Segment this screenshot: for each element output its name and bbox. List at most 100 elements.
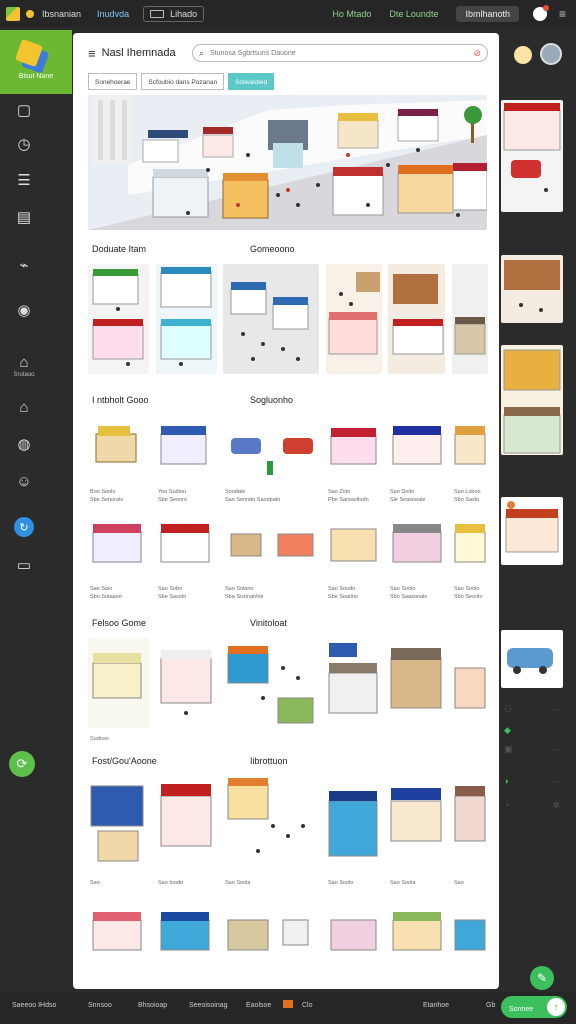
book-icon[interactable]: ▤ [14, 207, 34, 227]
store-thumbnail[interactable] [156, 416, 217, 483]
search-icon: ⌕ [199, 47, 205, 58]
caption: Sao Soola [225, 880, 251, 886]
caption: Sao Ioodo [158, 880, 184, 886]
store-thumbnail[interactable] [326, 514, 382, 581]
store-thumbnail[interactable] [223, 264, 319, 374]
store-thumbnail[interactable] [388, 638, 445, 728]
store-thumbnail[interactable] [88, 638, 149, 728]
store-thumbnail[interactable] [88, 905, 149, 963]
home-icon[interactable]: ⌂ [14, 352, 34, 372]
store-thumbnail[interactable] [452, 905, 488, 963]
arrow-up-icon: ↑ [547, 998, 565, 1016]
store-thumbnail[interactable] [223, 776, 319, 873]
side-preview-image[interactable] [501, 255, 563, 323]
badge-icon[interactable]: ◉ [14, 300, 34, 320]
store-thumbnail[interactable] [156, 514, 217, 581]
topbar-pill-button[interactable]: Ibmlhanoth [456, 5, 519, 22]
store-thumbnail[interactable] [388, 776, 445, 873]
tab-3[interactable]: Sotwasbed [228, 73, 275, 90]
side-row[interactable]: ▣ ··· [504, 742, 560, 756]
side-preview-image[interactable] [501, 100, 563, 212]
status-text-2: Dte Loundte [389, 8, 439, 19]
store-thumbnail[interactable] [452, 416, 488, 483]
primary-cta-button[interactable]: Sonnee ↑ [501, 996, 567, 1018]
nav-link[interactable]: Inudvda [97, 9, 129, 19]
more-icon[interactable]: ··· [551, 704, 560, 714]
clear-icon[interactable]: ⊘ [473, 48, 481, 59]
store-thumbnail[interactable] [156, 638, 217, 728]
layers-icon[interactable]: ☰ [14, 170, 34, 190]
bottom-item[interactable]: Gb [486, 1002, 495, 1009]
settings-icon[interactable]: ✲ [552, 800, 560, 811]
store-thumbnail[interactable] [452, 264, 488, 374]
store-thumbnail[interactable] [223, 905, 319, 963]
store-thumbnail[interactable] [88, 416, 149, 483]
folder-icon[interactable]: ▭ [14, 555, 34, 575]
tab-2[interactable]: Scfoubio dans Pozanan [141, 73, 225, 90]
caption: Sao Zoio Pbe Sarsaoltodn [328, 489, 369, 503]
store-thumbnail[interactable] [452, 638, 488, 728]
store-thumbnail[interactable] [388, 416, 445, 483]
tab-bar: Sonehoerae Scfoubio dans Pozanan Sotwasb… [88, 73, 275, 90]
side-preview-image[interactable] [501, 345, 563, 455]
clock-icon[interactable]: ◷ [14, 134, 34, 154]
avatar[interactable] [540, 43, 562, 65]
store-thumbnail[interactable] [88, 264, 149, 374]
store-thumbnail[interactable] [326, 638, 382, 728]
store-thumbnail[interactable] [326, 264, 382, 374]
store-thumbnail[interactable] [223, 638, 319, 728]
store-thumbnail[interactable] [388, 514, 445, 581]
store-thumbnail[interactable] [388, 264, 445, 374]
store-thumbnail[interactable] [223, 514, 319, 581]
house-icon[interactable]: ⌂ [14, 397, 34, 417]
app-logo-icon [6, 6, 20, 21]
globe-icon[interactable]: ◍ [14, 434, 34, 454]
bottom-item[interactable]: Saeeoo IHdso [12, 1002, 56, 1009]
side-preview-image[interactable] [501, 497, 563, 565]
bottom-item[interactable]: Snnsoo [88, 1002, 112, 1009]
toolbar-box-button[interactable]: Lihado [143, 5, 205, 22]
store-thumbnail[interactable] [88, 776, 149, 873]
status-text: Ho Mtado [332, 8, 372, 19]
side-preview-image[interactable] [501, 630, 563, 688]
store-thumbnail[interactable] [326, 416, 382, 483]
more-icon[interactable]: ··· [551, 776, 560, 786]
store-thumbnail[interactable] [326, 776, 382, 873]
side-row[interactable]: ◗ ··· [504, 774, 560, 788]
chat-icon[interactable]: ✎ [530, 966, 554, 990]
store-thumbnail[interactable] [88, 514, 149, 581]
side-row[interactable]: ⚇ ··· [504, 702, 560, 716]
store-thumbnail[interactable] [156, 905, 217, 963]
chart-icon[interactable]: ⌁ [14, 255, 34, 275]
hamburger-icon[interactable]: ≡ [88, 46, 96, 61]
store-thumbnail[interactable] [156, 264, 217, 374]
note-icon[interactable]: ▢ [14, 100, 34, 120]
store-thumbnail[interactable] [452, 514, 488, 581]
store-thumbnail[interactable] [326, 905, 382, 963]
add-icon[interactable]: ⟳ [9, 751, 35, 777]
bottom-item[interactable]: Eaolsoe [246, 1002, 271, 1009]
store-thumbnail[interactable] [156, 776, 217, 873]
bottom-item[interactable]: Bhsoioap [138, 1002, 167, 1009]
more-icon[interactable]: ··· [551, 744, 560, 754]
share-icon[interactable]: ↻ [14, 517, 34, 537]
coin-icon[interactable] [514, 46, 532, 64]
hero-image[interactable] [88, 95, 487, 230]
search-input[interactable]: ⌕ Stunosa Sgbrtsuns Dauone ⊘ [192, 44, 488, 62]
menu-icon[interactable]: ≡ [559, 7, 566, 21]
caption: Sao Soolo [328, 880, 354, 886]
panda-icon[interactable]: ☺ [14, 471, 34, 491]
side-row[interactable]: ◆ [504, 723, 560, 737]
store-thumbnail[interactable] [223, 416, 319, 483]
bottom-item[interactable]: Seeoisoinag [189, 1002, 228, 1009]
brand-block[interactable]: Bisut Nane [0, 30, 72, 94]
app-title: Ibsnanian [42, 8, 82, 19]
store-thumbnail[interactable] [388, 905, 445, 963]
section-title-4: Fost/Gou'Aoone [92, 756, 157, 766]
side-row[interactable]: ◔ ✲ [504, 798, 560, 812]
bottom-item[interactable]: Clo [302, 1002, 313, 1009]
bottom-item[interactable]: Etanhoe [423, 1002, 449, 1009]
notification-icon[interactable] [532, 4, 549, 21]
tab-1[interactable]: Sonehoerae [88, 73, 138, 90]
store-thumbnail[interactable] [452, 776, 488, 873]
